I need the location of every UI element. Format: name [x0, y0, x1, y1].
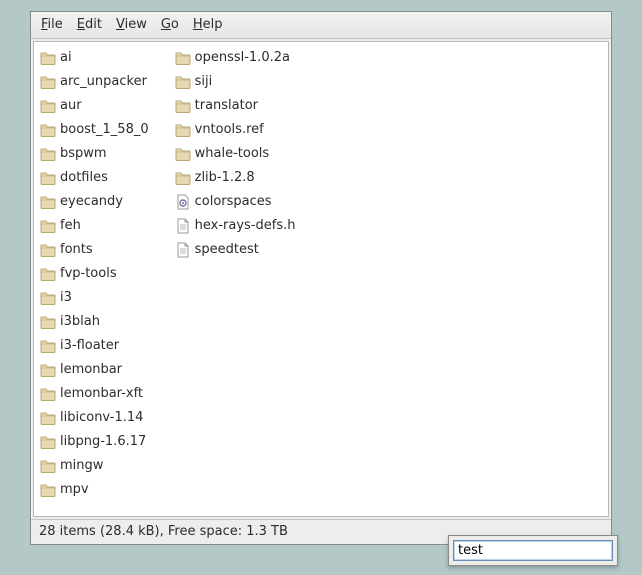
folder-icon [175, 50, 191, 66]
folder-icon [40, 290, 56, 306]
file-item-label: translator [195, 94, 258, 118]
folder-icon [40, 338, 56, 354]
file-item[interactable]: dotfiles [40, 166, 157, 190]
file-item-label: i3 [60, 286, 72, 310]
status-text: 28 items (28.4 kB), Free space: 1.3 TB [39, 524, 288, 539]
file-item-label: dotfiles [60, 166, 108, 190]
folder-icon [40, 170, 56, 186]
folder-icon [40, 146, 56, 162]
file-item[interactable]: mpv [40, 478, 157, 502]
typeahead-search-popup [448, 535, 618, 566]
folder-icon [40, 410, 56, 426]
file-item-label: vntools.ref [195, 118, 264, 142]
file-item-label: fonts [60, 238, 93, 262]
file-item[interactable]: ai [40, 46, 157, 70]
file-item[interactable]: boost_1_58_0 [40, 118, 157, 142]
menu-view[interactable]: View [116, 17, 147, 32]
file-item[interactable]: libiconv-1.14 [40, 406, 157, 430]
file-item[interactable]: openssl-1.0.2a [175, 46, 304, 70]
folder-icon [175, 74, 191, 90]
file-item-label: lemonbar [60, 358, 122, 382]
folder-icon [40, 98, 56, 114]
folder-icon [40, 242, 56, 258]
file-item-label: boost_1_58_0 [60, 118, 149, 142]
folder-icon [40, 218, 56, 234]
file-item[interactable]: mingw [40, 454, 157, 478]
file-item[interactable]: arc_unpacker [40, 70, 157, 94]
file-item-label: openssl-1.0.2a [195, 46, 290, 70]
file-item[interactable]: translator [175, 94, 304, 118]
folder-icon [40, 362, 56, 378]
file-item-label: hex-rays-defs.h [195, 214, 296, 238]
file-manager-window: File Edit View Go Help aiarc_unpackeraur… [30, 11, 612, 545]
file-item-label: bspwm [60, 142, 107, 166]
folder-icon [175, 170, 191, 186]
file-item[interactable]: whale-tools [175, 142, 304, 166]
file-item-label: libiconv-1.14 [60, 406, 143, 430]
file-item-label: mpv [60, 478, 89, 502]
menu-file[interactable]: File [41, 17, 63, 32]
file-item-label: libpng-1.6.17 [60, 430, 146, 454]
file-item-label: fvp-tools [60, 262, 117, 286]
folder-icon [40, 314, 56, 330]
file-item-label: colorspaces [195, 190, 272, 214]
file-item[interactable]: hex-rays-defs.h [175, 214, 304, 238]
file-item[interactable]: lemonbar [40, 358, 157, 382]
file-item-label: whale-tools [195, 142, 270, 166]
folder-icon [175, 98, 191, 114]
folder-icon [40, 386, 56, 402]
file-item[interactable]: aur [40, 94, 157, 118]
file-item[interactable]: fvp-tools [40, 262, 157, 286]
menu-help[interactable]: Help [193, 17, 223, 32]
folder-icon [40, 74, 56, 90]
folder-icon [40, 458, 56, 474]
folder-icon [40, 482, 56, 498]
menubar: File Edit View Go Help [31, 12, 611, 39]
file-item[interactable]: libpng-1.6.17 [40, 430, 157, 454]
file-item-label: ai [60, 46, 72, 70]
file-item-label: feh [60, 214, 81, 238]
file-item-label: arc_unpacker [60, 70, 147, 94]
file-item-label: zlib-1.2.8 [195, 166, 255, 190]
file-item[interactable]: lemonbar-xft [40, 382, 157, 406]
file-item-label: aur [60, 94, 82, 118]
file-icon [175, 218, 191, 234]
file-item-label: siji [195, 70, 213, 94]
file-item[interactable]: bspwm [40, 142, 157, 166]
file-item[interactable]: feh [40, 214, 157, 238]
typeahead-search-input[interactable] [453, 540, 613, 561]
config-icon [175, 194, 191, 210]
file-item-label: lemonbar-xft [60, 382, 143, 406]
folder-icon [40, 434, 56, 450]
file-item-label: mingw [60, 454, 103, 478]
folder-icon [175, 146, 191, 162]
folder-icon [40, 122, 56, 138]
file-list-pane[interactable]: aiarc_unpackeraurboost_1_58_0bspwmdotfil… [33, 41, 609, 517]
file-item[interactable]: eyecandy [40, 190, 157, 214]
file-item[interactable]: i3blah [40, 310, 157, 334]
folder-icon [175, 122, 191, 138]
menu-edit[interactable]: Edit [77, 17, 102, 32]
folder-icon [40, 50, 56, 66]
file-item[interactable]: speedtest [175, 238, 304, 262]
file-item[interactable]: i3 [40, 286, 157, 310]
file-icon [175, 242, 191, 258]
file-item[interactable]: fonts [40, 238, 157, 262]
file-item[interactable]: vntools.ref [175, 118, 304, 142]
file-item[interactable]: siji [175, 70, 304, 94]
file-item[interactable]: zlib-1.2.8 [175, 166, 304, 190]
folder-icon [40, 194, 56, 210]
file-item[interactable]: i3-floater [40, 334, 157, 358]
file-item-label: eyecandy [60, 190, 123, 214]
menu-go[interactable]: Go [161, 17, 179, 32]
folder-icon [40, 266, 56, 282]
file-item[interactable]: colorspaces [175, 190, 304, 214]
file-item-label: speedtest [195, 238, 259, 262]
file-item-label: i3-floater [60, 334, 119, 358]
file-item-label: i3blah [60, 310, 100, 334]
